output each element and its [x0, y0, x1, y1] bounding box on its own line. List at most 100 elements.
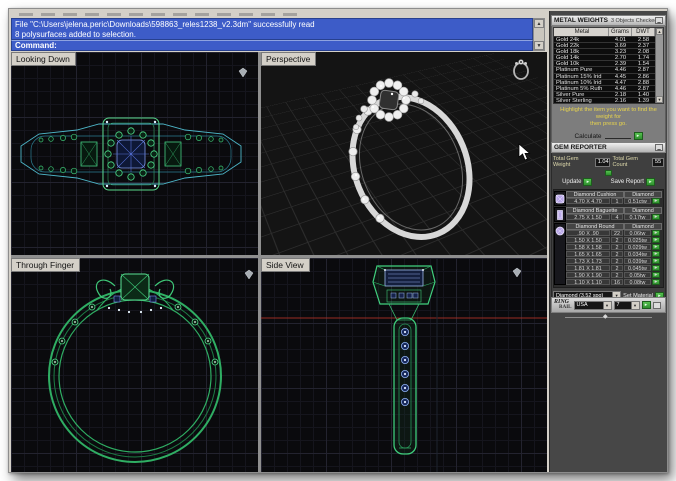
slider-marker-icon[interactable]: ◆	[603, 313, 608, 321]
metal-weights-table[interactable]: Metal Grams DWT Gold 24k 4.01 2.58 Gold 22…	[553, 27, 664, 105]
metal-row[interactable]: Platinum 15% Irid 4.45 2.86	[554, 72, 663, 79]
metal-table-header: Metal Grams DWT	[554, 28, 663, 36]
scroll-down-icon[interactable]: ▼	[656, 96, 663, 104]
metal-row[interactable]: Gold 18k 3.23 2.08	[554, 48, 663, 54]
go-button[interactable]: ▸	[652, 237, 660, 244]
go-button[interactable]: ▸	[652, 251, 660, 258]
gem-size-row[interactable]: 1.58 X 1.58 2 0.029tw ▸	[566, 244, 662, 251]
metal-row[interactable]: Platinum 10% Irid 4.47 2.88	[554, 78, 663, 85]
viewport-area: Looking Down Perspective Through Finger …	[11, 52, 547, 472]
floating-gem-icon	[238, 67, 248, 78]
go-button[interactable]: ▸	[652, 230, 660, 237]
gem-group-header: Diamond Baguette Diamond	[566, 207, 662, 214]
go-icon: ▸	[645, 178, 655, 186]
command-history-line2: 8 polysurfaces added to selection.	[15, 30, 136, 39]
metal-weights-instruction: Highlight the item you want to find the …	[560, 107, 657, 128]
go-button[interactable]: ▸	[652, 264, 660, 271]
dropdown-icon[interactable]: ▾	[630, 301, 639, 309]
gem-size-row[interactable]: 1.81 X 1.81 2 0.045tw ▸	[566, 264, 662, 271]
app-window: File "C:\Users\jelena.peric\Downloads\59…	[8, 8, 668, 473]
gem-size-row[interactable]: .90 X .90 22 0.06tw ▸	[566, 230, 662, 237]
total-gem-weight-label: Total Gem Weight	[553, 156, 579, 168]
update-button[interactable]: Update ▸	[562, 178, 593, 186]
metal-row[interactable]: Gold 22k 3.69 2.37	[554, 42, 663, 48]
metal-row[interactable]: Platinum Pure 4.46 2.87	[554, 66, 663, 73]
metal-row[interactable]: Platinum 5% Ruth 4.46 2.87	[554, 84, 663, 91]
calculate-field[interactable]	[604, 133, 631, 140]
go-button[interactable]: ▸	[652, 278, 660, 285]
ring-side-view-drawing	[261, 258, 547, 472]
slider-track	[565, 317, 652, 318]
floating-ring-icon	[513, 59, 529, 80]
minimize-icon[interactable]: ▁	[655, 144, 663, 151]
ring-rail-go-button[interactable]: ▸	[641, 301, 651, 309]
gem-group-header: Diamond Cushion Diamond	[566, 191, 662, 198]
metal-row[interactable]: Gold 10k 2.39 1.54	[554, 60, 663, 66]
total-gem-weight-value: 1.04	[594, 157, 611, 167]
floating-gem-icon	[512, 267, 522, 278]
gem-list: Diamond Cushion Diamond 4.70 X 4.70 1 0.51…	[553, 189, 664, 289]
minimize-icon[interactable]: ▁	[655, 17, 663, 24]
baguette-gem-icon	[554, 207, 566, 222]
gem-reporter-titlebar[interactable]: GEM REPORTER ▁	[551, 142, 666, 153]
metal-row[interactable]: Gold 24k 4.01 2.58	[554, 36, 663, 42]
gem-size-row[interactable]: 1.65 X 1.65 2 0.034tw ▸	[566, 251, 662, 258]
dropdown-icon[interactable]: ▾	[602, 301, 611, 309]
region-select[interactable]: USA ▾	[573, 300, 612, 310]
go-button[interactable]: ▸	[652, 214, 660, 221]
ring-size-select[interactable]: 7 ▾	[613, 300, 640, 310]
ring-perspective-drawing	[348, 59, 531, 240]
viewport-side-view[interactable]: Side View	[261, 258, 547, 472]
viewport-through-finger[interactable]: Through Finger	[11, 258, 258, 472]
round-gem-icon	[554, 223, 566, 286]
metal-weights-title: METAL WEIGHTS	[554, 17, 608, 24]
ring-front-view-drawing	[48, 269, 254, 463]
viewport-tab-side-view[interactable]: Side View	[261, 258, 310, 272]
command-scrollbar[interactable]: ▲ ▼	[533, 18, 545, 51]
floating-gem-icon	[244, 269, 254, 280]
metal-row[interactable]: Silver Sterling 2.16 1.39	[554, 96, 663, 103]
scroll-up-icon[interactable]: ▲	[656, 28, 663, 35]
save-report-button[interactable]: Save Report ▸	[611, 178, 655, 186]
total-gem-count-label: Total Gem Count	[612, 156, 638, 168]
viewport-tab-through-finger[interactable]: Through Finger	[11, 258, 81, 272]
calculate-go-button[interactable]: ▸	[633, 132, 643, 141]
gem-reporter-title: GEM REPORTER	[554, 144, 607, 151]
go-button[interactable]: ▸	[652, 244, 660, 251]
panel-window-icon[interactable]	[652, 301, 661, 309]
viewport-tab-perspective[interactable]: Perspective	[261, 52, 317, 66]
metal-row[interactable]: Silver Pure 2.18 1.40	[554, 90, 663, 97]
metal-weights-subtitle: 3 Objects Checked	[610, 17, 655, 24]
halo-head-drawing	[353, 78, 425, 131]
scroll-up-icon[interactable]: ▲	[534, 19, 544, 28]
gem-size-row[interactable]: 4.70 X 4.70 1 0.51ctw ▸	[566, 198, 662, 205]
refresh-go-button[interactable]	[605, 170, 612, 176]
gem-size-row[interactable]: 1.10 X 1.10 16 0.08tw ▸	[566, 278, 662, 285]
gem-size-row[interactable]: 1.73 X 1.73 2 0.039tw ▸	[566, 258, 662, 265]
metal-table-scrollbar[interactable]: ▲ ▼	[655, 28, 663, 104]
go-button[interactable]: ▸	[652, 198, 660, 205]
metal-weights-titlebar[interactable]: METAL WEIGHTS 3 Objects Checked ▁	[551, 15, 666, 26]
col-dwt: DWT	[632, 28, 655, 36]
metal-weights-panel: METAL WEIGHTS 3 Objects Checked ▁ Metal …	[551, 15, 666, 146]
metal-row[interactable]: Gold 14k 2.70 1.74	[554, 54, 663, 60]
viewport-perspective[interactable]: Perspective	[261, 52, 547, 255]
mouse-cursor	[518, 143, 531, 161]
viewport-tab-looking-down[interactable]: Looking Down	[11, 52, 76, 66]
scroll-down-icon[interactable]: ▼	[534, 41, 544, 50]
command-history[interactable]: File "C:\Users\jelena.peric\Downloads\59…	[11, 18, 533, 40]
ring-rail-slider[interactable]: ◆	[551, 313, 666, 321]
go-button[interactable]: ▸	[652, 271, 660, 278]
gem-size-row[interactable]: 1.90 X 1.90 2 0.05tw ▸	[566, 271, 662, 278]
go-button[interactable]: ▸	[652, 258, 660, 264]
go-icon: ▸	[583, 178, 593, 186]
gem-size-row[interactable]: 1.50 X 1.50 2 0.025tw ▸	[566, 237, 662, 244]
ring-top-view-drawing	[20, 67, 248, 191]
ring-rail-logo: RING RAIL	[554, 299, 572, 310]
command-input[interactable]: Command:	[11, 40, 533, 51]
gem-group-header: Diamond Round Diamond	[566, 223, 662, 230]
gem-size-row[interactable]: 2.75 X 1.50 4 0.17tw ▸	[566, 214, 662, 221]
ring-rail-panel: RING RAIL USA ▾ 7 ▾ ▸ ◆	[551, 297, 666, 321]
viewport-looking-down[interactable]: Looking Down	[11, 52, 258, 255]
gem-reporter-panel: GEM REPORTER ▁ Total Gem Weight 1.04 Tot…	[551, 142, 666, 305]
